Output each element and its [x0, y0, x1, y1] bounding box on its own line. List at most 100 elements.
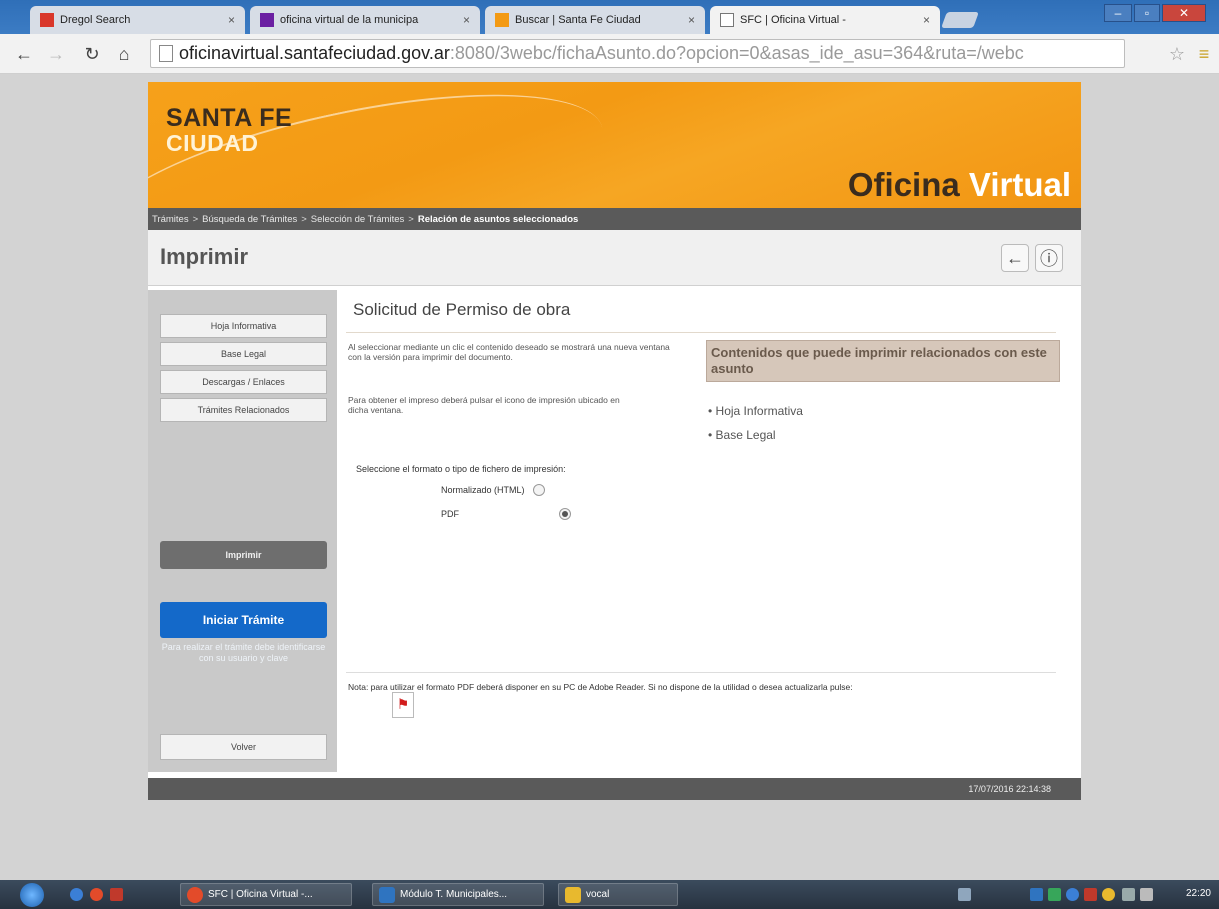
logo-santa-fe[interactable]: SANTA FE — [166, 104, 292, 133]
santafe-icon — [495, 13, 509, 27]
maximize-button[interactable]: ▫ — [1134, 4, 1160, 22]
sidebar-item-base-legal[interactable]: Base Legal — [160, 342, 327, 366]
new-tab-button[interactable] — [941, 12, 979, 28]
yahoo-icon — [260, 13, 274, 27]
header-banner: SANTA FE CIUDAD Oficina Virtual — [148, 82, 1081, 208]
content-link-label: Base Legal — [715, 428, 776, 442]
breadcrumb-item[interactable]: Selección de Trámites — [311, 214, 404, 225]
page: SANTA FE CIUDAD Oficina Virtual Trámites… — [148, 82, 1081, 800]
taskbar-task-modulo[interactable]: Módulo T. Municipales... — [372, 883, 544, 906]
footer-timestamp: 17/07/2016 22:14:38 — [968, 784, 1051, 794]
sidebar-item-tramites-relacionados[interactable]: Trámites Relacionados — [160, 398, 327, 422]
breadcrumb-separator: > — [192, 213, 199, 225]
tab-label: oficina virtual de la municipa — [280, 14, 419, 26]
print-bar: Imprimir ← ⓘ — [148, 230, 1081, 286]
format-radio-html[interactable] — [532, 484, 545, 496]
format-option-label: Normalizado (HTML) — [441, 485, 525, 495]
back-button[interactable]: ← — [1001, 244, 1029, 272]
format-label: Seleccione el formato o tipo de fichero … — [356, 464, 566, 474]
breadcrumb-separator: > — [408, 213, 414, 225]
content-link-base-legal[interactable]: • Base Legal — [708, 428, 776, 442]
iniciar-tramite-note: Para realizar el trámite debe identifica… — [161, 642, 326, 663]
taskbar-clock[interactable]: 22:20 — [1186, 888, 1211, 899]
imprimir-button[interactable]: Imprimir — [160, 541, 327, 569]
divider — [346, 332, 1056, 333]
breadcrumb-item[interactable]: Búsqueda de Trámites — [202, 214, 297, 225]
page-icon — [720, 13, 734, 27]
browser-tab-1[interactable]: Dregol Search × — [30, 6, 245, 34]
tray-icon[interactable] — [1102, 888, 1115, 901]
oficina-virtual-title: Oficina Virtual — [848, 166, 1071, 204]
back-arrow-icon[interactable]: ← — [12, 42, 36, 66]
volver-button[interactable]: Volver — [160, 734, 327, 760]
title-word-oficina: Oficina — [847, 166, 960, 203]
menu-icon[interactable]: ≡ — [1192, 42, 1216, 66]
print-instructions-2: Para obtener el impreso deberá pulsar el… — [348, 395, 620, 415]
taskbar-task-label: Módulo T. Municipales... — [400, 889, 508, 900]
star-icon[interactable]: ☆ — [1165, 42, 1189, 66]
tray-icon[interactable] — [1048, 888, 1061, 901]
breadcrumb: Trámites > Búsqueda de Trámites > Selecc… — [148, 208, 1081, 230]
tray-icon[interactable] — [1084, 888, 1097, 901]
tray-icon[interactable] — [1030, 888, 1043, 901]
title-word-virtual: Virtual — [968, 166, 1071, 203]
breadcrumb-current: Relación de asuntos seleccionados — [417, 213, 579, 225]
taskbar-task-label: vocal — [586, 889, 610, 900]
format-radio-pdf[interactable] — [559, 508, 571, 520]
home-icon[interactable]: ⌂ — [112, 42, 136, 66]
browser-tab-4[interactable]: SFC | Oficina Virtual - × — [710, 6, 940, 34]
url-domain: oficinavirtual.santafeciudad.gov.ar — [179, 43, 450, 63]
tab-label: Buscar | Santa Fe Ciudad — [515, 14, 641, 26]
adobe-reader-note: Nota: para utilizar el formato PDF deber… — [348, 682, 853, 692]
taskbar-task-label: SFC | Oficina Virtual -... — [208, 889, 313, 900]
folder-icon — [565, 886, 581, 903]
close-icon[interactable]: × — [463, 13, 470, 27]
browser-tab-3[interactable]: Buscar | Santa Fe Ciudad × — [485, 6, 705, 34]
sidebar-item-descargas[interactable]: Descargas / Enlaces — [160, 370, 327, 394]
adobe-pdf-icon[interactable]: ⚑ — [392, 692, 414, 718]
breadcrumb-item[interactable]: Trámites — [152, 214, 189, 225]
tray-icon[interactable] — [1066, 888, 1079, 901]
sidebar-item-hoja-informativa[interactable]: Hoja Informativa — [160, 314, 327, 338]
window-close-button[interactable]: ✕ — [1162, 4, 1206, 22]
minimize-button[interactable]: – — [1104, 4, 1132, 22]
forward-arrow-icon[interactable]: → — [44, 42, 68, 66]
print-instructions: Al seleccionar mediante un clic el conte… — [348, 342, 670, 362]
taskbar-task-sfc[interactable]: SFC | Oficina Virtual -... — [180, 883, 352, 906]
sidebar: Hoja Informativa Base Legal Descargas / … — [148, 290, 337, 772]
content-link-label: Hoja Informativa — [715, 404, 803, 418]
format-option-html: Normalizado (HTML) — [441, 484, 545, 496]
taskbar-task-vocal[interactable]: vocal — [558, 883, 678, 906]
close-icon[interactable]: × — [228, 13, 235, 27]
network-icon[interactable] — [1122, 888, 1135, 901]
dregol-icon — [40, 13, 54, 27]
app-icon[interactable] — [110, 888, 123, 901]
page-title: Imprimir — [160, 244, 249, 269]
browser-toolbar: ← → ↻ ⌂ oficinavirtual.santafeciudad.gov… — [0, 34, 1219, 74]
divider — [346, 672, 1056, 673]
footer: 17/07/2016 22:14:38 — [148, 778, 1081, 800]
url-path: :8080/3webc/fichaAsunto.do?opcion=0&asas… — [449, 43, 1024, 63]
chrome-icon[interactable] — [90, 888, 103, 901]
start-button[interactable] — [20, 883, 44, 907]
tab-label: Dregol Search — [60, 14, 131, 26]
reload-icon[interactable]: ↻ — [80, 42, 104, 66]
tab-label: SFC | Oficina Virtual - — [740, 14, 846, 26]
address-bar[interactable]: oficinavirtual.santafeciudad.gov.ar :808… — [150, 39, 1125, 68]
content-title: Solicitud de Permiso de obra — [353, 300, 571, 319]
printable-contents-header: Contenidos que puede imprimir relacionad… — [706, 340, 1060, 382]
windows-taskbar: SFC | Oficina Virtual -... Módulo T. Mun… — [0, 880, 1219, 909]
close-icon[interactable]: × — [688, 13, 695, 27]
volume-icon[interactable] — [1140, 888, 1153, 901]
info-button[interactable]: ⓘ — [1035, 244, 1063, 272]
browser-tab-2[interactable]: oficina virtual de la municipa × — [250, 6, 480, 34]
content-link-hoja-informativa[interactable]: • Hoja Informativa — [708, 404, 803, 418]
document-icon — [379, 886, 395, 903]
show-desktop-icon[interactable] — [958, 888, 971, 901]
page-icon — [159, 45, 173, 62]
logo-ciudad[interactable]: CIUDAD — [166, 130, 258, 157]
iniciar-tramite-button[interactable]: Iniciar Trámite — [160, 602, 327, 638]
pdf-glyph: ⚑ — [396, 696, 410, 712]
ie-icon[interactable] — [70, 888, 83, 901]
close-icon[interactable]: × — [923, 13, 930, 27]
